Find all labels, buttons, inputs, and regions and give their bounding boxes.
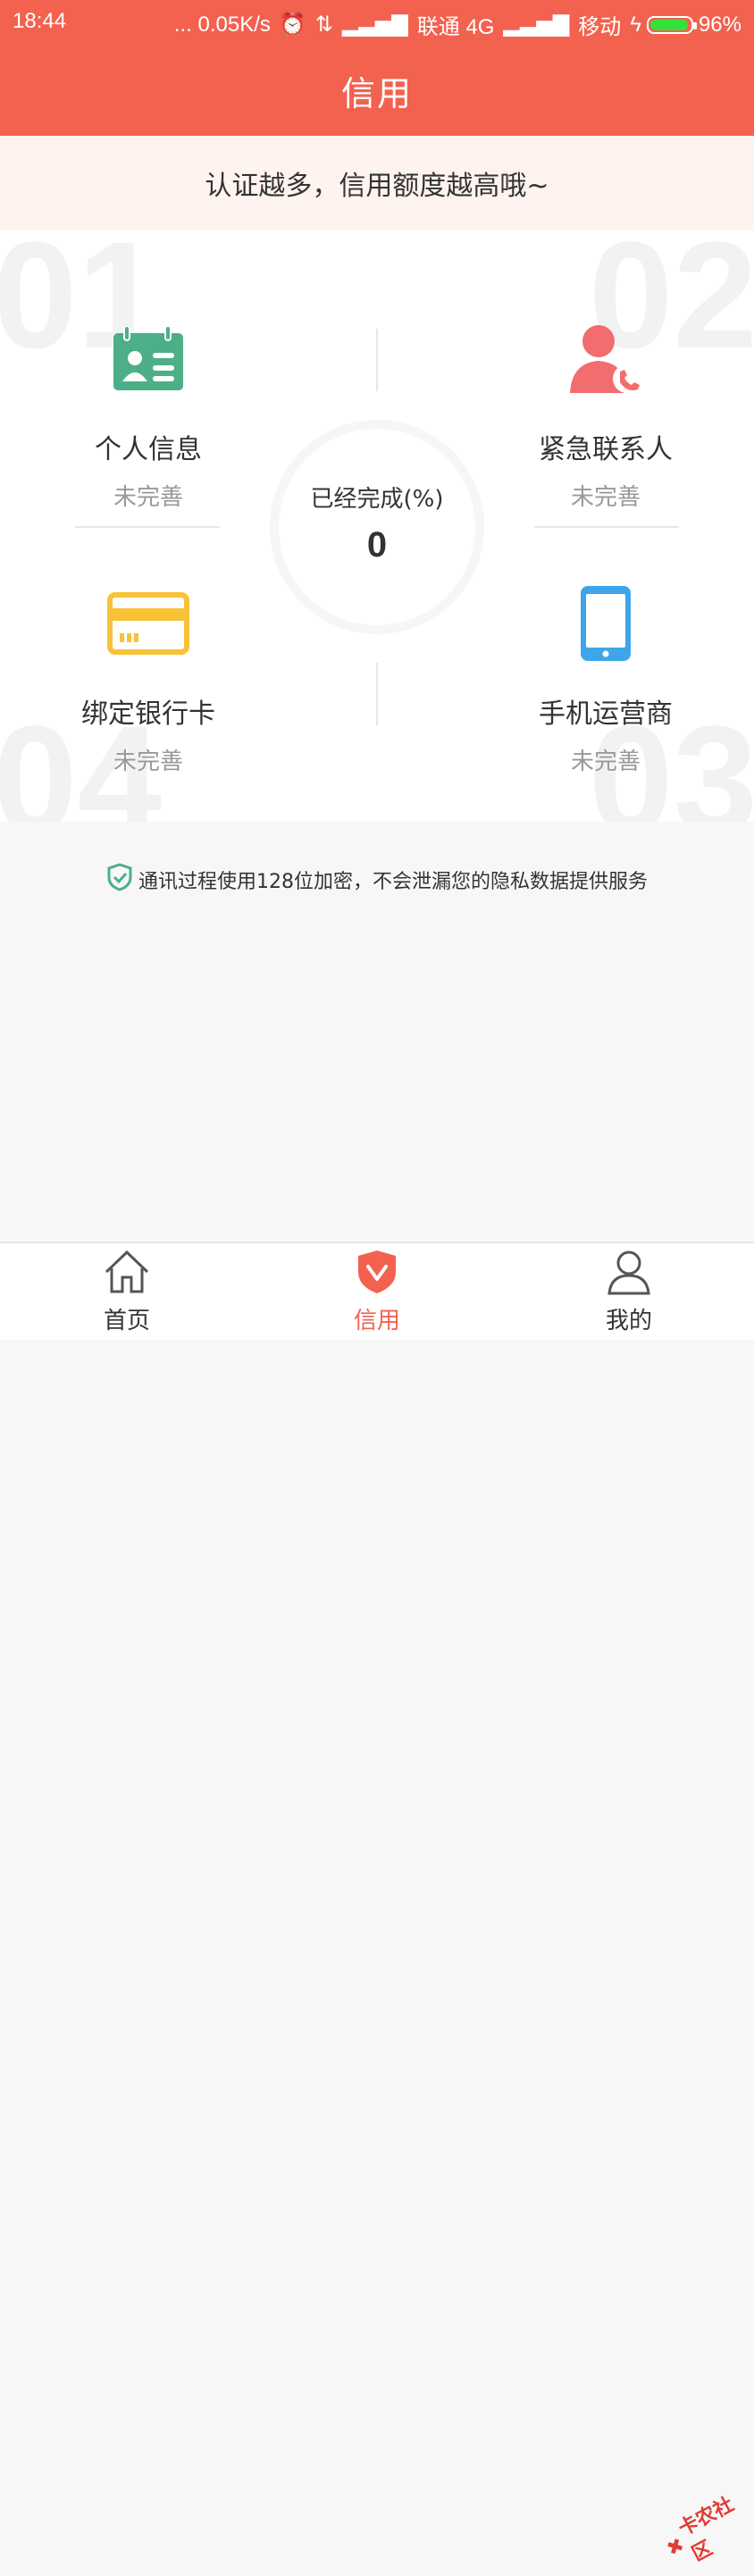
- cert-status: 未完善: [113, 484, 183, 511]
- security-note-text: 通讯过程使用128位加密，不会泄漏您的隐私数据提供服务: [138, 871, 648, 893]
- bottom-nav: 首页 信用 我的 ✖ 卡农社区: [0, 1242, 754, 2566]
- cert-status: 未完善: [570, 484, 641, 511]
- signal-icon: ▂▃▅▇: [503, 13, 570, 37]
- watermark: ✖ 卡农社区: [655, 2483, 754, 2576]
- cert-bank-card[interactable]: 绑定银行卡 未完善: [59, 582, 238, 776]
- home-icon: [103, 1249, 151, 1299]
- status-time: 18:44: [13, 9, 67, 33]
- promo-banner: 认证越多，信用额度越高哦~: [0, 136, 754, 230]
- nav-home[interactable]: 首页: [73, 1249, 180, 1335]
- mobile-phone-icon: [565, 582, 647, 665]
- nav-mine[interactable]: 我的: [575, 1249, 683, 1335]
- cert-status: 未完善: [570, 749, 641, 775]
- credit-shield-icon: [355, 1249, 399, 1299]
- security-note: 通讯过程使用128位加密，不会泄漏您的隐私数据提供服务: [0, 863, 754, 897]
- contact-phone-icon: [565, 318, 647, 400]
- nav-credit[interactable]: 信用: [323, 1249, 431, 1335]
- cert-title: 紧急联系人: [539, 434, 673, 465]
- nav-label: 我的: [605, 1308, 652, 1334]
- battery-icon: [646, 15, 697, 34]
- cert-title: 绑定银行卡: [81, 698, 215, 730]
- network-speed: ... 0.05K/s: [173, 12, 271, 37]
- divider-right: [534, 526, 679, 528]
- cert-personal-info[interactable]: 个人信息 未完善: [59, 318, 238, 512]
- nav-label: 信用: [353, 1308, 400, 1334]
- status-bar: 18:44 ... 0.05K/s ⏰ ⇅ ▂▃▅▇ 联通 4G ▂▃▅▇ 移动…: [0, 0, 754, 45]
- divider-top: [376, 329, 378, 391]
- banner-text: 认证越多，信用额度越高哦~: [205, 171, 549, 202]
- user-icon: [606, 1249, 652, 1299]
- carrier-1: 联通 4G: [416, 15, 495, 39]
- alarm-icon: ⏰: [279, 13, 306, 37]
- cert-emergency-contact[interactable]: 紧急联系人 未完善: [516, 318, 695, 512]
- divider-bottom: [376, 663, 378, 725]
- divider-left: [75, 526, 220, 528]
- nav-label: 首页: [103, 1308, 150, 1334]
- id-card-icon: [107, 318, 189, 400]
- battery-percent: 96%: [698, 12, 741, 37]
- progress-label: 已经完成(%): [310, 486, 444, 513]
- cert-title: 个人信息: [95, 434, 202, 465]
- battery: ϟ 96%: [630, 13, 741, 38]
- progress-value: 0: [366, 525, 388, 565]
- carrier-2: 移动: [578, 15, 622, 39]
- bank-card-icon: [107, 582, 189, 665]
- cert-mobile-carrier[interactable]: 手机运营商 未完善: [516, 582, 695, 776]
- page-title: 信用: [340, 73, 413, 113]
- status-right: ... 0.05K/s ⏰ ⇅ ▂▃▅▇ 联通 4G ▂▃▅▇ 移动 ϟ 96%: [174, 9, 741, 40]
- data-transfer-icon: ⇅: [314, 13, 333, 37]
- charging-icon: ϟ: [630, 12, 641, 37]
- cert-title: 手机运营商: [539, 698, 673, 730]
- cert-status: 未完善: [113, 749, 183, 775]
- page-header: 信用: [0, 45, 754, 136]
- signal-icon: ▂▃▅▇: [341, 13, 408, 37]
- shield-check-icon: [106, 863, 133, 897]
